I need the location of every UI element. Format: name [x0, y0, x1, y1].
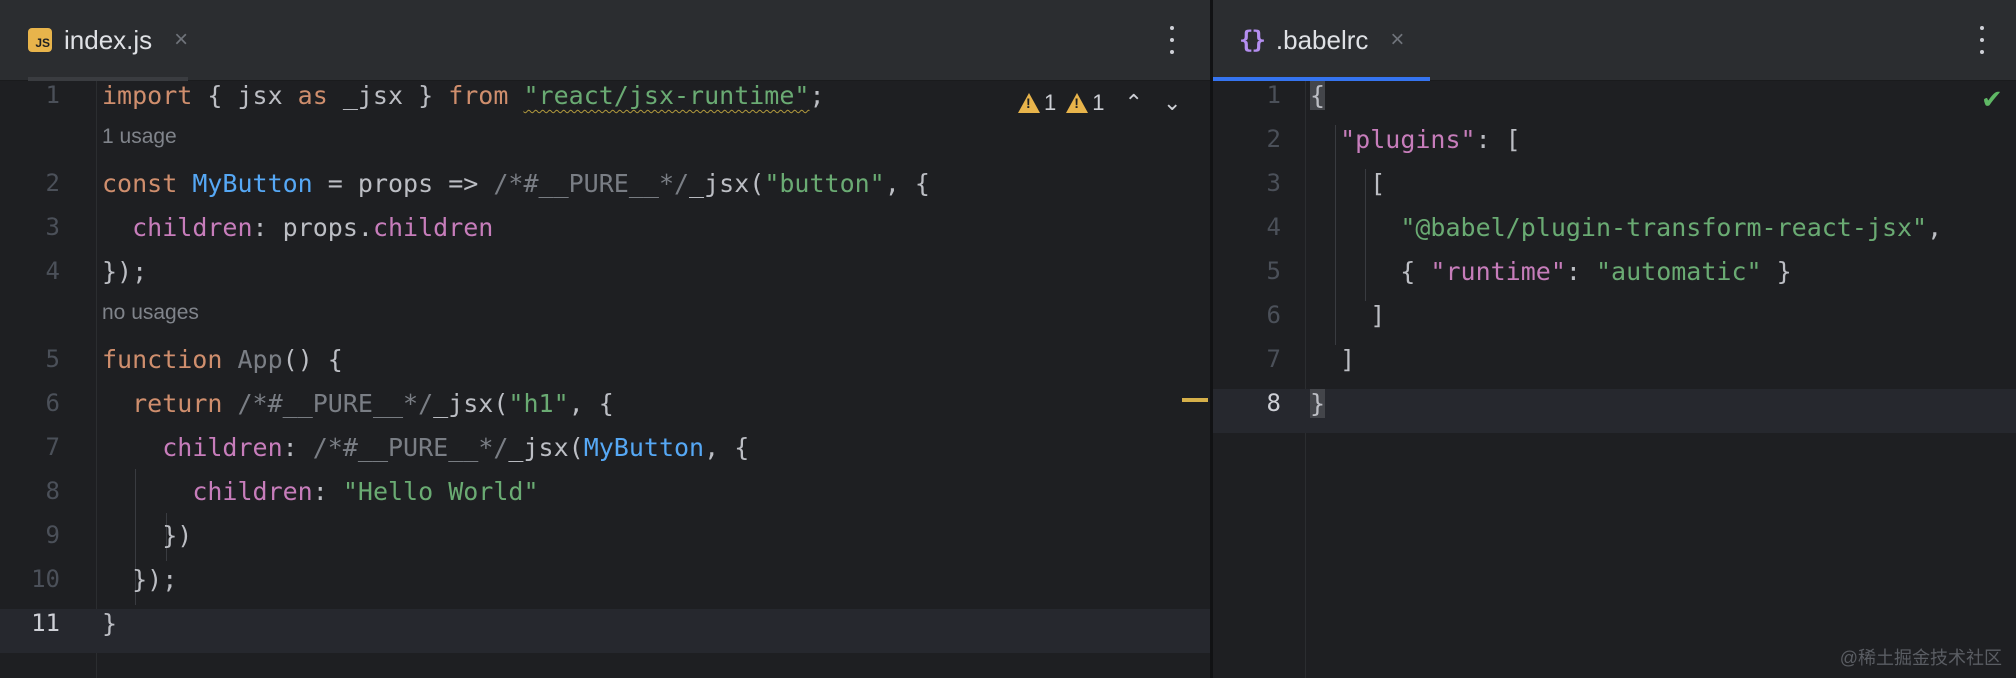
- next-highlight-icon[interactable]: ⌄: [1163, 91, 1181, 116]
- tab-babelrc[interactable]: {} .babelrc ×: [1213, 0, 1431, 81]
- warning-icon: [1066, 93, 1089, 113]
- code-text: children: "Hello World": [192, 477, 539, 506]
- line-number: 5: [1266, 257, 1281, 285]
- code-line: 4 });: [0, 257, 1210, 301]
- code-line: 5 function App() {: [0, 345, 1210, 389]
- line-number: 10: [31, 565, 60, 593]
- line-number: 7: [45, 433, 60, 461]
- code-line: 6 return /*#__PURE__*/_jsx("h1", {: [0, 389, 1210, 433]
- code-line: 7 ]: [1213, 345, 2016, 389]
- code-line: 4 "@babel/plugin-transform-react-jsx",: [1213, 213, 2016, 257]
- code-text: children: /*#__PURE__*/_jsx(MyButton, {: [162, 433, 750, 462]
- previous-highlight-icon[interactable]: ⌃: [1125, 91, 1143, 116]
- code-text: [: [1310, 169, 1386, 198]
- line-number: 3: [1266, 169, 1281, 197]
- line-number: 2: [1266, 125, 1281, 153]
- code-line: 9 }): [0, 521, 1210, 565]
- right-code-editor[interactable]: 1 { ✔ 2 "plugins": [ 3 [ 4 "@babel/plugi…: [1213, 81, 2016, 678]
- inspection-widget[interactable]: 1 1 ⌃ ⌄: [1018, 81, 1181, 125]
- code-line: 8 children: "Hello World": [0, 477, 1210, 521]
- code-text: }: [1310, 389, 1326, 418]
- code-text: ]: [1310, 345, 1356, 374]
- line-number: 8: [45, 477, 60, 505]
- left-editor-pane: JS index.js × 1 import { jsx as _jsx } f…: [0, 0, 1210, 678]
- warning-icon: [1018, 93, 1040, 113]
- json-braces-icon: {}: [1239, 26, 1266, 54]
- code-text: children: props.children: [132, 213, 494, 242]
- code-line: 5 { "runtime": "automatic" }: [1213, 257, 2016, 301]
- code-text: });: [102, 257, 148, 286]
- right-tab-bar: {} .babelrc ×: [1213, 0, 2016, 81]
- javascript-file-icon: JS: [28, 28, 52, 52]
- code-text: function App() {: [102, 345, 343, 374]
- close-icon[interactable]: ×: [174, 26, 188, 54]
- code-line: 6 ]: [1213, 301, 2016, 345]
- code-text: const MyButton = props => /*#__PURE__*/_…: [102, 169, 930, 198]
- no-problems-check-icon[interactable]: ✔: [1981, 85, 2003, 115]
- weak-warning-indicator[interactable]: 1: [1066, 90, 1105, 116]
- matched-brace: {: [1310, 81, 1326, 110]
- warning-indicator[interactable]: 1: [1018, 90, 1056, 116]
- code-line: 1 import { jsx as _jsx } from "react/jsx…: [0, 81, 1210, 125]
- warning-squiggle: "react/jsx-runtime": [523, 81, 810, 110]
- line-number: 4: [45, 257, 60, 285]
- right-editor-pane: {} .babelrc × 1 { ✔ 2 "plugins": [ 3 [ 4…: [1213, 0, 2016, 678]
- code-line: 2 const MyButton = props => /*#__PURE__*…: [0, 169, 1210, 213]
- line-number: 4: [1266, 213, 1281, 241]
- line-number: 7: [1266, 345, 1281, 373]
- tab-label: index.js: [64, 24, 153, 55]
- code-text: return /*#__PURE__*/_jsx("h1", {: [132, 389, 614, 418]
- code-text: });: [102, 565, 178, 594]
- close-icon[interactable]: ×: [1390, 26, 1404, 54]
- tab-index-js[interactable]: JS index.js ×: [28, 0, 189, 81]
- watermark: @稀土掘金技术社区: [1839, 648, 2002, 668]
- code-text: "plugins": [: [1340, 125, 1521, 154]
- left-tab-bar: JS index.js ×: [0, 0, 1210, 81]
- warning-stripe-marker[interactable]: [1182, 398, 1208, 402]
- usages-hint[interactable]: no usages: [102, 301, 199, 325]
- more-options-icon[interactable]: [1968, 22, 1996, 58]
- code-line: 1 { ✔: [1213, 81, 2016, 125]
- line-number: 9: [45, 521, 60, 549]
- code-text: ]: [1310, 301, 1386, 330]
- code-text: {: [1310, 81, 1326, 110]
- code-text: }): [102, 521, 193, 550]
- code-text: }: [102, 609, 118, 638]
- code-text: import { jsx as _jsx } from "react/jsx-r…: [102, 81, 825, 110]
- line-number: 6: [45, 389, 60, 417]
- line-number: 1: [45, 81, 60, 109]
- code-line: 10 });: [0, 565, 1210, 609]
- tab-label: .babelrc: [1275, 24, 1369, 55]
- current-code-line: 11 }: [0, 609, 1210, 653]
- usages-hint[interactable]: 1 usage: [102, 125, 177, 149]
- code-line: 2 "plugins": [: [1213, 125, 2016, 169]
- more-options-icon[interactable]: [1158, 22, 1186, 58]
- left-code-editor[interactable]: 1 import { jsx as _jsx } from "react/jsx…: [0, 81, 1210, 678]
- line-number: 2: [45, 169, 60, 197]
- code-line: 7 children: /*#__PURE__*/_jsx(MyButton, …: [0, 433, 1210, 477]
- code-text: "@babel/plugin-transform-react-jsx",: [1400, 213, 1943, 242]
- code-line: 3 children: props.children: [0, 213, 1210, 257]
- line-number: 3: [45, 213, 60, 241]
- line-number: 1: [1266, 81, 1281, 109]
- current-code-line: 8 }: [1213, 389, 2016, 433]
- line-number: 8: [1266, 389, 1281, 417]
- matched-brace: }: [1310, 389, 1326, 418]
- code-line: 3 [: [1213, 169, 2016, 213]
- line-number: 5: [45, 345, 60, 373]
- line-number: 6: [1266, 301, 1281, 329]
- code-text: { "runtime": "automatic" }: [1310, 257, 1792, 286]
- line-number: 11: [31, 609, 60, 637]
